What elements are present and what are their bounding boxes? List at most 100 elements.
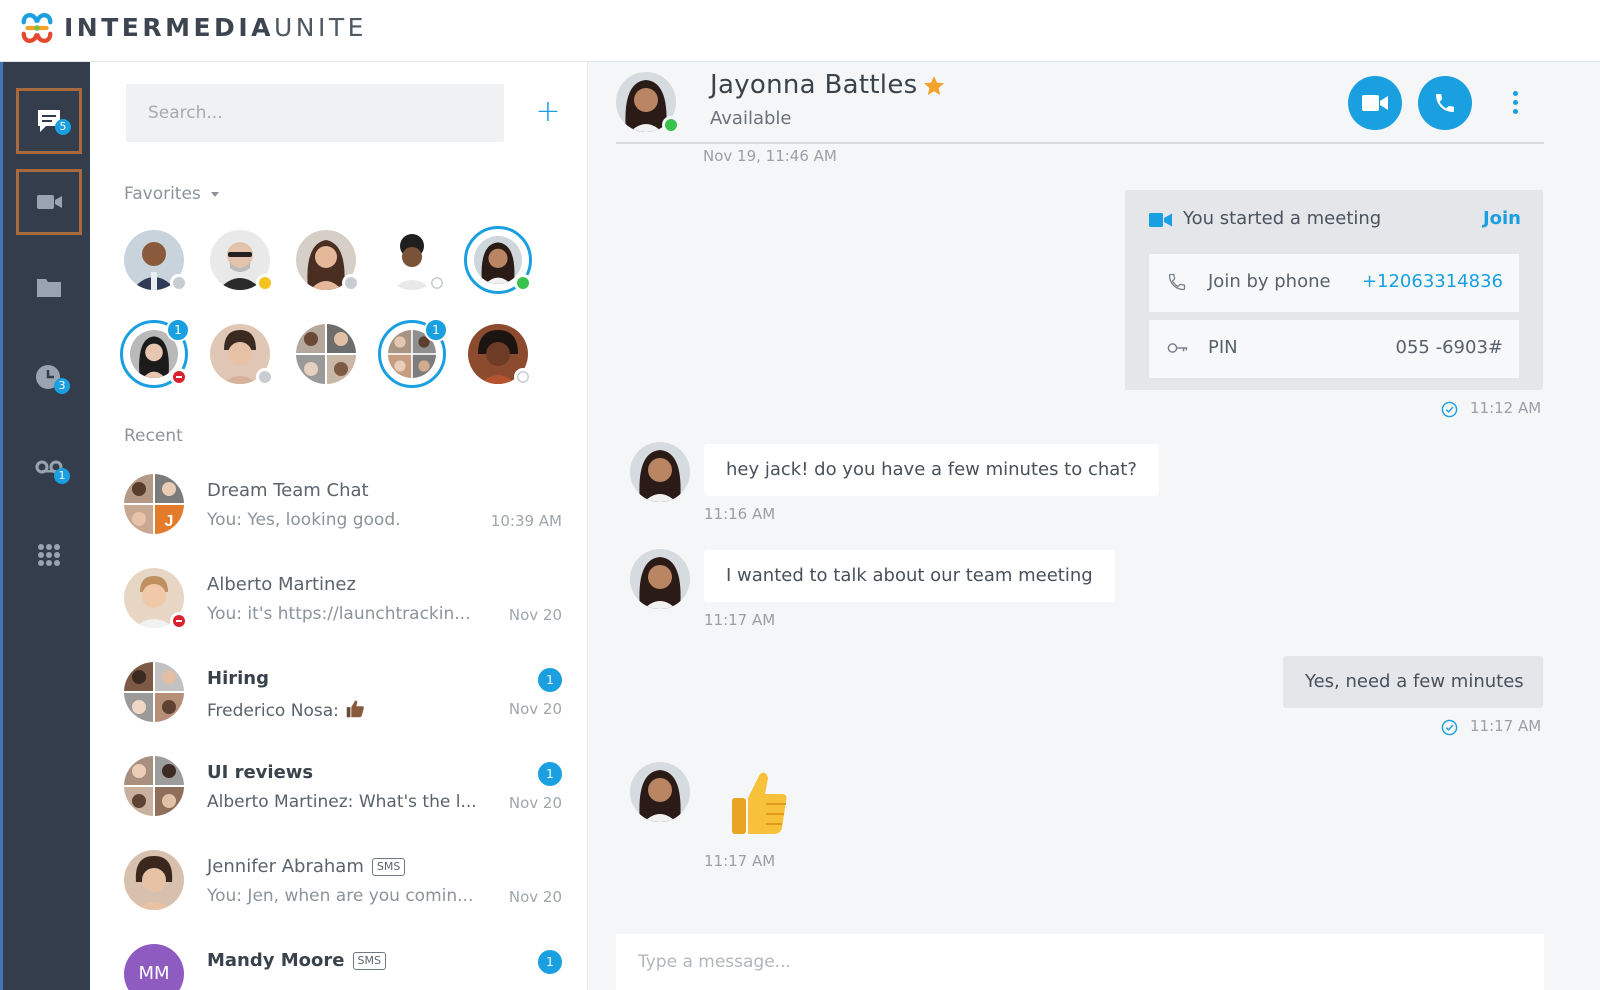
sms-tag: SMS — [352, 952, 386, 970]
search-input[interactable] — [126, 84, 504, 142]
favorite-contact[interactable] — [382, 230, 446, 292]
sender-avatar — [630, 442, 690, 502]
rail-history-button[interactable]: 3 — [16, 344, 82, 410]
conversation-name: Mandy Moore SMS — [207, 950, 386, 971]
pin-label: PIN — [1208, 337, 1238, 358]
favorite-contact[interactable] — [210, 324, 274, 386]
delivered-check-icon — [1441, 719, 1458, 736]
new-conversation-button[interactable]: + — [530, 92, 566, 132]
conversation-row[interactable]: Hiring Frederico Nosa: 1 Nov 20 — [90, 650, 588, 744]
chat-badge: 5 — [55, 119, 71, 135]
initials-avatar: MM — [124, 944, 184, 990]
conversation-time: Nov 20 — [508, 888, 562, 906]
conversation-name: UI reviews — [207, 762, 314, 783]
message-composer-input[interactable] — [616, 934, 1544, 990]
sender-avatar — [630, 762, 690, 822]
message-time: 11:17 AM — [704, 852, 776, 870]
recent-label: Recent — [124, 426, 183, 446]
conversation-time: Nov 20 — [508, 794, 562, 812]
unread-badge: 1 — [538, 950, 562, 974]
presence-away — [342, 274, 360, 292]
rail-apps-button[interactable] — [16, 522, 82, 588]
video-camera-icon — [1362, 95, 1388, 111]
group-avatar — [124, 662, 184, 722]
conversation-row[interactable]: MM Mandy Moore SMS 1 — [90, 932, 588, 990]
unread-badge: 1 — [166, 318, 190, 342]
group-avatar: J — [124, 474, 184, 534]
message-time: 11:12 AM — [1470, 399, 1542, 417]
presence-offline — [428, 274, 446, 292]
avatar — [124, 568, 188, 630]
group-avatar — [296, 324, 356, 384]
contact-avatar[interactable] — [616, 72, 680, 134]
contact-name: Jayonna Battles — [710, 70, 918, 100]
message-time: 11:17 AM — [1470, 717, 1542, 735]
rail-meetings-button[interactable] — [16, 169, 82, 235]
favorites-label: Favorites — [124, 184, 201, 204]
caret-down-icon — [210, 191, 219, 197]
voice-call-button[interactable] — [1418, 76, 1472, 130]
brand-name-bold: INTERMEDIA — [64, 13, 274, 42]
video-call-button[interactable] — [1348, 76, 1402, 130]
chat-pane: Jayonna Battles Available Nov 19, 11:46 … — [588, 62, 1600, 990]
presence-away — [170, 274, 188, 292]
date-stamp: Nov 19, 11:46 AM — [703, 147, 837, 165]
more-vertical-icon — [1512, 90, 1518, 96]
outgoing-message: Yes, need a few minutes — [1283, 656, 1543, 708]
favorite-group[interactable] — [296, 324, 356, 384]
conversation-row[interactable]: J Dream Team Chat You: Yes, looking good… — [90, 462, 588, 556]
left-navigation-rail: 5 3 1 — [0, 62, 90, 990]
sender-avatar — [630, 549, 690, 609]
favorite-contact-selected[interactable] — [464, 226, 532, 294]
join-by-phone-row: Join by phone +12063314836 — [1149, 254, 1519, 312]
phone-icon — [1168, 273, 1186, 291]
preview-text: Frederico Nosa: — [207, 701, 345, 721]
join-by-phone-label: Join by phone — [1208, 271, 1331, 292]
favorite-group[interactable]: 1 — [378, 318, 448, 388]
presence-available — [514, 274, 532, 292]
more-options-button[interactable] — [1500, 84, 1530, 120]
favorites-header[interactable]: Favorites — [124, 184, 219, 204]
conversation-name: Alberto Martinez — [207, 574, 356, 595]
conversation-preview: Frederico Nosa: — [207, 698, 366, 721]
conversation-time: 10:39 AM — [490, 512, 562, 530]
favorite-star-icon[interactable] — [922, 74, 946, 98]
conversation-name: Hiring — [207, 668, 269, 689]
sms-tag: SMS — [371, 858, 406, 876]
favorite-contact[interactable] — [210, 230, 274, 292]
meeting-title: You started a meeting — [1183, 208, 1382, 229]
meeting-pin-row: PIN 055 -6903# — [1149, 320, 1519, 378]
rail-files-button[interactable] — [16, 254, 82, 320]
conversation-row[interactable]: Jennifer Abraham SMS You: Jen, when are y… — [90, 838, 588, 932]
presence-do-not-disturb — [170, 368, 188, 386]
avatar-initials: MM — [138, 963, 170, 984]
favorite-contact[interactable] — [124, 230, 188, 292]
rail-voicemail-button[interactable]: 1 — [16, 434, 82, 500]
meeting-phone-number[interactable]: +12063314836 — [1362, 271, 1503, 292]
presence-busy — [256, 274, 274, 292]
unread-badge: 1 — [538, 762, 562, 786]
conversation-row[interactable]: UI reviews Alberto Martinez: What's the … — [90, 744, 588, 838]
favorite-contact[interactable]: 1 — [120, 318, 190, 388]
intermedia-logo-icon — [21, 13, 53, 43]
chat-header: Jayonna Battles Available — [588, 62, 1600, 144]
pin-value: 055 -6903# — [1395, 337, 1503, 358]
thumbs-up-icon — [732, 772, 787, 834]
apps-grid-icon — [38, 544, 60, 566]
thumbs-up-icon — [347, 700, 365, 718]
conversation-time: Nov 20 — [508, 606, 562, 624]
favorite-contact[interactable] — [296, 230, 360, 292]
brand-name-light: UNITE — [273, 13, 367, 42]
top-brand-bar: INTERMEDIAUNITE — [0, 0, 1600, 62]
unread-badge: 1 — [538, 668, 562, 692]
conversation-preview: You: Yes, looking good. — [207, 510, 401, 530]
header-divider — [616, 142, 1544, 144]
conversation-row[interactable]: Alberto Martinez You: it's https://launc… — [90, 556, 588, 650]
favorite-contact[interactable] — [468, 324, 532, 386]
contact-name-text: Jennifer Abraham — [207, 856, 364, 877]
meeting-card: You started a meeting Join Join by phone… — [1125, 190, 1543, 390]
history-badge: 3 — [54, 378, 70, 394]
rail-chat-button[interactable]: 5 — [16, 88, 82, 154]
phone-icon — [1436, 94, 1454, 112]
join-meeting-link[interactable]: Join — [1483, 208, 1521, 229]
